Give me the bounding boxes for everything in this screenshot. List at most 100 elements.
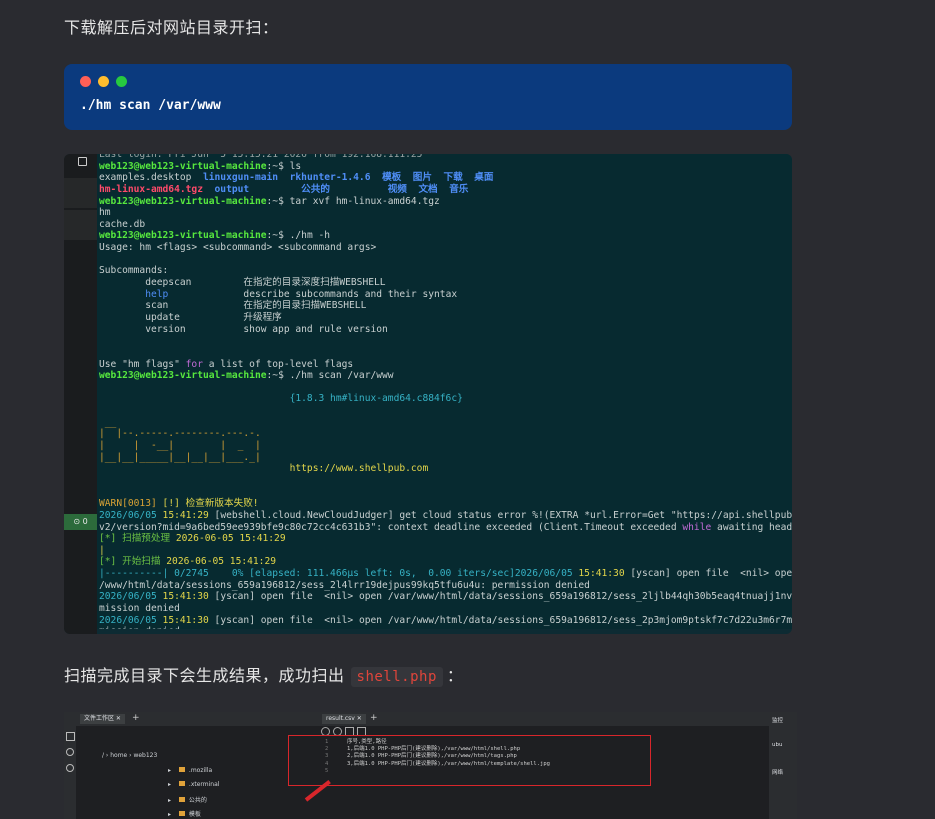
- terminal-sidebar: ⊙ 0: [64, 154, 97, 634]
- monitor-label: 监控: [772, 718, 784, 724]
- file-tree: / › home › web123 ▸ .mozilla ▸ .xterminal…: [76, 726, 316, 819]
- terminal-segment: 15:41:30: [162, 591, 209, 603]
- terminal-segment: | | -__| | _ |: [99, 440, 261, 452]
- terminal-segment: [*] 扫描预处理: [99, 533, 176, 545]
- editor-toolbar: [321, 727, 521, 736]
- folder-icon: [178, 767, 185, 772]
- result-heading-text: 扫描完成目录下会生成结果，成功扫出: [64, 666, 345, 685]
- tree-item[interactable]: ▸ 公共的: [168, 795, 207, 804]
- chevron-right-icon: ▸: [168, 811, 173, 818]
- breadcrumb: / › home › web123: [102, 752, 158, 759]
- terminal-segment: examples.desktop: [99, 172, 203, 184]
- terminal-line: update 升级程序: [97, 312, 792, 324]
- section-heading-result: 扫描完成目录下会生成结果，成功扫出 shell.php：: [64, 662, 464, 687]
- terminal-sidebar-icon: [78, 157, 87, 166]
- terminal-line: {1.8.3 hm#linux-amd64.c884f6c}: [97, 393, 792, 405]
- terminal-line: version show app and rule version: [97, 324, 792, 336]
- folder-icon: [178, 781, 185, 786]
- tree-item[interactable]: ▸ 模板: [168, 809, 201, 818]
- terminal-segment: :~$ tar xvf hm-linux-amd64.tgz: [266, 195, 440, 207]
- terminal-line: deepscan 在指定的目录深度扫描WEBSHELL: [97, 277, 792, 289]
- tree-item[interactable]: ▸ .mozilla: [168, 767, 212, 774]
- terminal-segment: rkhunter-1.4.6: [289, 172, 371, 184]
- tree-item-label: 公共的: [188, 797, 207, 804]
- folder-icon: [178, 811, 185, 816]
- terminal-line: Usage: hm <flags> <subcommand> <subcomma…: [97, 242, 792, 254]
- terminal-segment: web123@web123-virtual-machine: [99, 230, 267, 242]
- terminal-segment: web123@web123-virtual-machine: [99, 370, 267, 382]
- terminal-line: web123@web123-virtual-machine:~$ ls: [97, 161, 792, 173]
- terminal-segment: __: [99, 416, 117, 428]
- tab-file-workspace[interactable]: 文件工作区 ✕: [80, 714, 125, 724]
- terminal-line: Subcommands:: [97, 265, 792, 277]
- terminal-segment: :~$ ./hm -h: [266, 230, 331, 242]
- terminal-line: web123@web123-virtual-machine:~$ ./hm -h: [97, 230, 792, 242]
- terminal-line: hm: [97, 207, 792, 219]
- terminal-segment: awaiting headers)): [717, 521, 792, 533]
- chevron-right-icon: ▸: [168, 797, 173, 804]
- terminal-line: |----------| 0/2745 0% [elapsed: 111.466…: [97, 568, 792, 580]
- terminal-segment: https://www.shellpub.com: [99, 463, 429, 475]
- terminal-segment: Use "hm flags": [99, 358, 186, 370]
- terminal-line: Last login: Fri Jun 5 15:15:21 2026 from…: [97, 154, 792, 161]
- terminal-segment: [249, 184, 301, 195]
- terminal-line: |: [97, 545, 792, 557]
- terminal-segment: [yscan] open file <nil> open /var/www/ht…: [208, 591, 792, 603]
- terminal-segment: 2026-06-05 15:41:29: [166, 556, 277, 568]
- new-tab-icon-right[interactable]: +: [370, 713, 378, 723]
- terminal-segment: [yscan] open file <nil> open /var: [630, 568, 792, 580]
- terminal-status-badge: ⊙ 0: [64, 514, 97, 530]
- terminal-line: mission denied: [97, 626, 792, 629]
- command-text: ./hm scan /var/www: [80, 98, 221, 113]
- terminal-segment: cache.db: [99, 218, 146, 230]
- terminal-segment: 视频 文档 音乐: [387, 183, 469, 195]
- terminal-segment: v2/version?mid=9a6bed59ee939bfe9c80c72cc…: [99, 521, 683, 533]
- terminal-segment: 2026-06-05 15:41:29: [175, 533, 286, 545]
- terminal-segment: | |--.-----.--------.---.-.: [99, 428, 261, 440]
- chevron-right-icon: ▸: [168, 767, 173, 774]
- terminal-line: scan 在指定的目录扫描WEBSHELL: [97, 300, 792, 312]
- highlight-box: [288, 735, 651, 786]
- terminal-segment: for: [185, 358, 203, 370]
- terminal-line: mission denied: [97, 603, 792, 615]
- terminal-segment: mission denied: [99, 602, 180, 614]
- terminal-segment: web123@web123-virtual-machine: [99, 160, 267, 172]
- terminal-segment: :~$ ls: [266, 160, 302, 172]
- terminal-segment: mission denied: [99, 626, 180, 629]
- terminal-segment: |----------| 0/2745 0% [elapsed: 111.466…: [99, 568, 579, 580]
- terminal-segment: deepscan 在指定的目录深度扫描WEBSHELL: [99, 277, 386, 289]
- new-tab-icon[interactable]: +: [132, 713, 140, 723]
- terminal-segment: 2026/06/05: [99, 509, 163, 521]
- terminal-segment: version show app and rule version: [99, 323, 388, 335]
- terminal-line: |__|__|_____|__|__|__|___._|: [97, 452, 792, 464]
- terminal-segment: [330, 184, 388, 195]
- tree-item-label: .xterminal: [188, 781, 220, 788]
- window-dots: [80, 76, 127, 87]
- result-heading-colon: ：: [446, 666, 464, 685]
- settings-icon[interactable]: [66, 764, 74, 772]
- terminal-segment: [*] 开始扫描: [99, 556, 167, 568]
- search-icon[interactable]: [66, 748, 74, 756]
- terminal-line: | | -__| | _ |: [97, 440, 792, 452]
- tree-item[interactable]: ▸ .xterminal: [168, 781, 219, 788]
- terminal-segment: 2026/06/05: [99, 614, 163, 626]
- terminal-segment: WARN[0013]: [99, 498, 163, 510]
- chevron-right-icon: ▸: [168, 781, 173, 788]
- files-icon[interactable]: [66, 732, 75, 741]
- terminal-line: WARN[0013] [!] 检查新版本失败!: [97, 498, 792, 510]
- monitor-label: 网络: [772, 770, 784, 776]
- terminal-line: help describe subcommands and their synt…: [97, 289, 792, 301]
- monitor-label: ubu: [772, 742, 783, 748]
- yellow-dot-icon: [98, 76, 109, 87]
- terminal-segment: [webshell.cloud.NewCloudJudger] get clou…: [208, 509, 792, 521]
- terminal-line: cache.db: [97, 219, 792, 231]
- folder-icon: [178, 797, 185, 802]
- editor-tabbar: 文件工作区 ✕ result.csv ✕ + +: [64, 712, 797, 726]
- terminal-segment: [203, 184, 215, 195]
- tab-result-csv[interactable]: result.csv ✕: [322, 714, 366, 724]
- terminal-segment: Subcommands:: [99, 265, 169, 277]
- terminal-segment: describe subcommands and their syntax: [168, 288, 458, 300]
